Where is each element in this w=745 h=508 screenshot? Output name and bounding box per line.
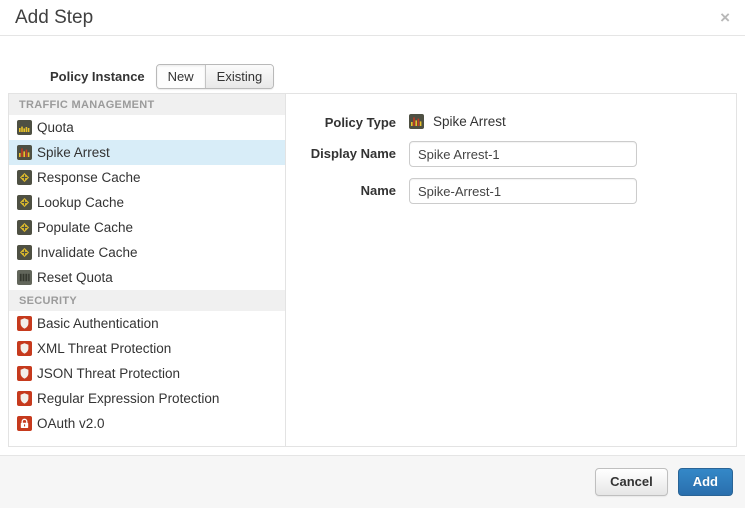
list-item-invalidate-cache[interactable]: Invalidate Cache <box>9 240 285 265</box>
policy-type-row: Policy Type Spike Arrest <box>286 113 736 130</box>
section-header-security: SECURITY <box>9 290 285 311</box>
cache-icon <box>17 170 32 185</box>
dialog-header: Add Step × <box>0 0 745 36</box>
policy-type-label: Policy Type <box>286 113 396 130</box>
policy-type-text: Spike Arrest <box>433 114 506 129</box>
cache-icon <box>17 245 32 260</box>
cancel-button[interactable]: Cancel <box>595 468 668 496</box>
list-item-spike-arrest[interactable]: Spike Arrest <box>9 140 285 165</box>
policy-form: Policy Type Spike Arrest Display Name Na… <box>286 94 736 446</box>
policy-instance-label: Policy Instance <box>50 69 145 84</box>
display-name-label: Display Name <box>286 141 396 167</box>
policy-type-value: Spike Arrest <box>409 113 506 130</box>
main-content: TRAFFIC MANAGEMENT Quota Spike Arrest Respo… <box>8 93 737 447</box>
list-item-label: XML Threat Protection <box>37 341 171 356</box>
display-name-row: Display Name <box>286 141 736 167</box>
list-item-quota[interactable]: Quota <box>9 115 285 140</box>
dialog-footer: Cancel Add <box>0 455 745 508</box>
spike-arrest-icon <box>17 145 32 160</box>
close-icon[interactable]: × <box>720 9 730 26</box>
add-button[interactable]: Add <box>678 468 733 496</box>
list-item-label: Invalidate Cache <box>37 245 138 260</box>
shield-icon <box>17 316 32 331</box>
list-item-xml-threat-protection[interactable]: XML Threat Protection <box>9 336 285 361</box>
list-item-oauth-v2-0[interactable]: OAuth v2.0 <box>9 411 285 436</box>
cache-icon <box>17 220 32 235</box>
list-item-label: Response Cache <box>37 170 141 185</box>
list-item-response-cache[interactable]: Response Cache <box>9 165 285 190</box>
spike-arrest-icon <box>409 114 424 129</box>
lock-icon <box>17 416 32 431</box>
section-header-traffic-management: TRAFFIC MANAGEMENT <box>9 94 285 115</box>
name-label: Name <box>286 178 396 204</box>
new-toggle-button[interactable]: New <box>157 65 205 88</box>
quota-icon <box>17 120 32 135</box>
name-input[interactable] <box>409 178 637 204</box>
list-item-basic-authentication[interactable]: Basic Authentication <box>9 311 285 336</box>
add-step-dialog: Add Step × Policy Instance New Existing … <box>0 0 745 508</box>
list-item-label: Regular Expression Protection <box>37 391 219 406</box>
cache-icon <box>17 195 32 210</box>
list-item-label: Spike Arrest <box>37 145 110 160</box>
list-item-lookup-cache[interactable]: Lookup Cache <box>9 190 285 215</box>
list-item-label: OAuth v2.0 <box>37 416 105 431</box>
list-item-label: Populate Cache <box>37 220 133 235</box>
list-item-label: JSON Threat Protection <box>37 366 180 381</box>
list-item-label: Quota <box>37 120 74 135</box>
reset-quota-icon <box>17 270 32 285</box>
shield-icon <box>17 341 32 356</box>
list-item-label: Lookup Cache <box>37 195 124 210</box>
shield-icon <box>17 366 32 381</box>
list-item-label: Basic Authentication <box>37 316 159 331</box>
shield-icon <box>17 391 32 406</box>
name-row: Name <box>286 178 736 204</box>
display-name-input[interactable] <box>409 141 637 167</box>
existing-toggle-button[interactable]: Existing <box>205 65 274 88</box>
list-item-label: Reset Quota <box>37 270 113 285</box>
list-item-regular-expression-protection[interactable]: Regular Expression Protection <box>9 386 285 411</box>
policy-list: TRAFFIC MANAGEMENT Quota Spike Arrest Respo… <box>9 94 286 446</box>
list-item-populate-cache[interactable]: Populate Cache <box>9 215 285 240</box>
list-item-reset-quota[interactable]: Reset Quota <box>9 265 285 290</box>
policy-instance-toggle: New Existing <box>156 64 275 89</box>
list-item-json-threat-protection[interactable]: JSON Threat Protection <box>9 361 285 386</box>
policy-instance-row: Policy Instance New Existing <box>0 36 745 98</box>
dialog-title: Add Step <box>15 7 93 29</box>
